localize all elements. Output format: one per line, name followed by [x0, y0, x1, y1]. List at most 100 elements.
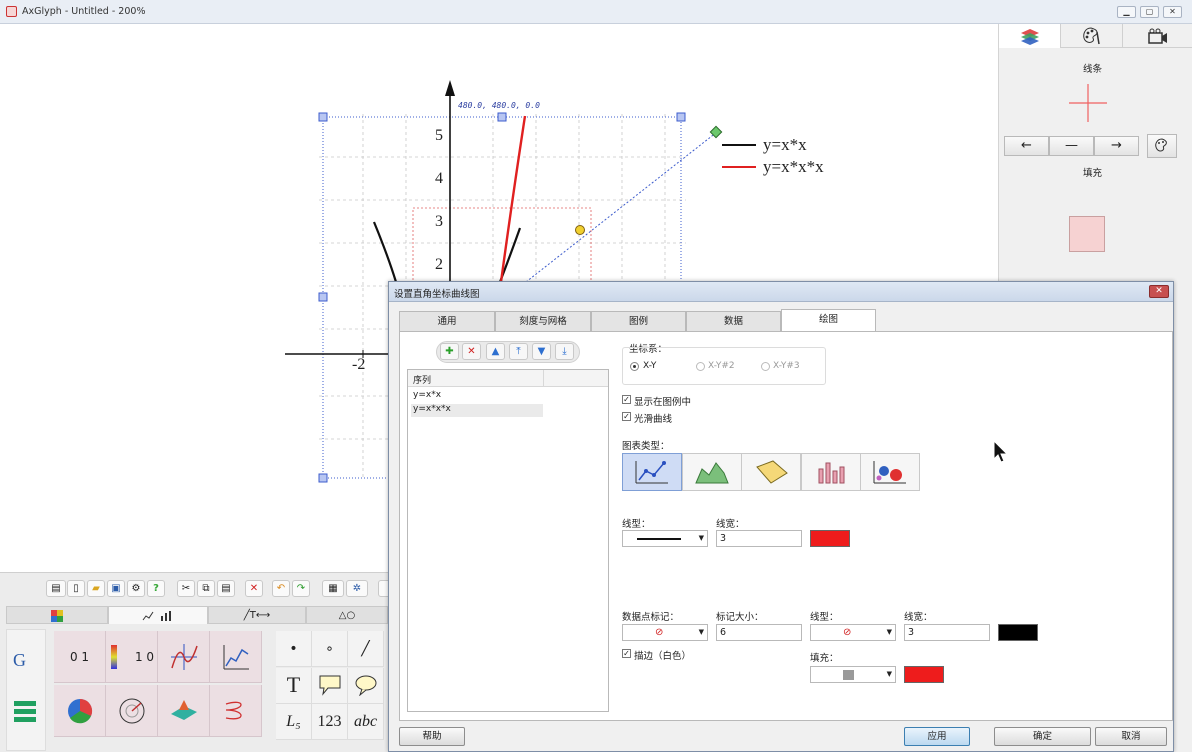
- tab-ticks-grid[interactable]: 刻度与网格: [495, 311, 591, 331]
- series-item[interactable]: y=x*x: [411, 390, 543, 403]
- help-icon[interactable]: ?: [147, 580, 165, 597]
- x-tick-neg2: -2: [352, 356, 366, 373]
- settings-icon[interactable]: ⚙: [127, 580, 145, 597]
- tab-shape-tools[interactable]: △○: [306, 606, 388, 624]
- arrow-right-button[interactable]: →: [1094, 136, 1139, 156]
- area-chart-icon: [695, 462, 729, 484]
- line-type-select[interactable]: ▼: [622, 530, 708, 547]
- arrow-left-button[interactable]: ←: [1004, 136, 1049, 156]
- number-tool[interactable]: 123: [312, 704, 348, 741]
- cancel-button[interactable]: 取消: [1095, 727, 1167, 746]
- chart-type-area[interactable]: [682, 453, 742, 491]
- tab-style[interactable]: [1061, 24, 1123, 48]
- ok-button[interactable]: 确定: [994, 727, 1091, 746]
- speech-bubble-tool[interactable]: [348, 667, 384, 704]
- dialog-close-button[interactable]: ✕: [1149, 285, 1169, 298]
- delete-icon[interactable]: ✕: [245, 580, 263, 597]
- cut-icon[interactable]: ✂: [177, 580, 195, 597]
- tab-general[interactable]: 通用: [399, 311, 495, 331]
- copy-icon[interactable]: ⧉: [197, 580, 215, 597]
- show-in-legend-checkbox[interactable]: ✓: [622, 395, 631, 404]
- smooth-curve-checkbox[interactable]: ✓: [622, 412, 631, 421]
- graph-tool-icon[interactable]: G: [13, 650, 26, 671]
- text-tool[interactable]: T: [276, 667, 312, 704]
- tab-color-tools[interactable]: [6, 606, 108, 624]
- apply-button[interactable]: 应用: [904, 727, 970, 746]
- tab-camera[interactable]: [1123, 24, 1192, 48]
- chart-type-scatter[interactable]: [860, 453, 920, 491]
- coord-xy3-radio[interactable]: [761, 362, 770, 371]
- tab-legend[interactable]: 图例: [591, 311, 686, 331]
- fill-preview[interactable]: [1069, 216, 1105, 252]
- dot-tool[interactable]: •: [276, 631, 312, 667]
- maximize-button[interactable]: ▢: [1140, 6, 1159, 18]
- arrow-none-button[interactable]: —: [1049, 136, 1094, 156]
- remove-series-icon[interactable]: ✕: [462, 343, 481, 360]
- fill-color-swatch[interactable]: [904, 666, 944, 683]
- chart-type-fill-between[interactable]: [741, 453, 801, 491]
- marker-line-width-field[interactable]: 3: [904, 624, 990, 641]
- marker-line-type-select[interactable]: ⊘ ▼: [810, 624, 896, 641]
- move-top-icon[interactable]: ⤒: [509, 343, 528, 360]
- cartesian-plot-dialog: 设置直角坐标曲线图 ✕ 通用 刻度与网格 图例 数据 绘图 ✚ ✕ ▲ ⤒ ▼ …: [388, 281, 1174, 752]
- open-folder-icon[interactable]: ▰: [87, 580, 105, 597]
- tab-chart-tools[interactable]: [108, 606, 208, 624]
- tab-text-tools[interactable]: ╱T⟷: [208, 606, 306, 624]
- xy-plot-tool[interactable]: [210, 631, 262, 683]
- new-file-icon[interactable]: ▯: [67, 580, 85, 597]
- undo-icon[interactable]: ↶: [272, 580, 290, 597]
- menu-icon[interactable]: ▤: [46, 580, 66, 597]
- line-tool[interactable]: ╱: [348, 631, 384, 667]
- line-color-button[interactable]: [1147, 134, 1177, 158]
- minimize-button[interactable]: ▁: [1117, 6, 1136, 18]
- paste-icon[interactable]: ▤: [217, 580, 235, 597]
- circle-point-tool[interactable]: ∘: [312, 631, 348, 667]
- tab-layers[interactable]: [999, 24, 1061, 48]
- coord-xy-radio[interactable]: [630, 362, 639, 371]
- series-list[interactable]: 序列 y=x*x y=x*x*x: [407, 369, 609, 712]
- parametric-curve-tool[interactable]: [210, 685, 262, 737]
- dialog-title-bar[interactable]: 设置直角坐标曲线图 ✕: [389, 282, 1173, 302]
- redo-icon[interactable]: ↷: [292, 580, 310, 597]
- outline-checkbox[interactable]: ✓: [622, 649, 631, 658]
- line-type-label: 线型：: [622, 519, 651, 530]
- line-width-field[interactable]: 3: [716, 530, 802, 547]
- move-up-icon[interactable]: ▲: [486, 343, 505, 360]
- coord-xy-label: X-Y: [643, 361, 657, 371]
- function-plot-tool[interactable]: [158, 631, 210, 683]
- move-down-icon[interactable]: ▼: [532, 343, 551, 360]
- legend-label-2: y=x*x*x: [763, 157, 824, 176]
- add-series-icon[interactable]: ✚: [440, 343, 459, 360]
- series-item-selected[interactable]: y=x*x*x: [411, 404, 543, 417]
- callout-tool[interactable]: [312, 667, 348, 704]
- marker-size-field[interactable]: 6: [716, 624, 802, 641]
- tab-data[interactable]: 数据: [686, 311, 781, 331]
- surface-plot-tool[interactable]: [158, 685, 210, 737]
- move-bottom-icon[interactable]: ⤓: [555, 343, 574, 360]
- pie-chart-tool[interactable]: [54, 685, 106, 737]
- snap-icon[interactable]: ✲: [346, 580, 368, 597]
- chart-type-bar[interactable]: [801, 453, 861, 491]
- italic-text-tool[interactable]: abc: [348, 704, 384, 741]
- marker-size-label: 标记大小：: [716, 612, 764, 623]
- list-tool-icon[interactable]: [12, 698, 38, 724]
- save-icon[interactable]: ▣: [107, 580, 125, 597]
- coord-xy3-label: X-Y#3: [773, 361, 800, 371]
- polar-plot-tool[interactable]: [106, 685, 158, 737]
- grid-icon[interactable]: ▦: [322, 580, 344, 597]
- marker-select[interactable]: ⊘ ▼: [622, 624, 708, 641]
- line-preview[interactable]: [1069, 84, 1107, 122]
- fill-pattern-select[interactable]: ▼: [810, 666, 896, 683]
- chart-type-line[interactable]: [622, 453, 682, 491]
- latex-tool[interactable]: L₅: [276, 704, 312, 741]
- close-button[interactable]: ✕: [1163, 6, 1182, 18]
- parametric-curve-icon: [225, 701, 242, 719]
- coord-xy2-radio[interactable]: [696, 362, 705, 371]
- tab-plot[interactable]: 绘图: [781, 309, 876, 332]
- axis-tool[interactable]: 0 1: [54, 631, 106, 683]
- line-color-swatch[interactable]: [810, 530, 850, 547]
- help-button[interactable]: 帮助: [399, 727, 465, 746]
- xy-plot-icon: [223, 644, 249, 669]
- color-bar-tool[interactable]: 1 0: [106, 631, 158, 683]
- marker-line-color-swatch[interactable]: [998, 624, 1038, 641]
